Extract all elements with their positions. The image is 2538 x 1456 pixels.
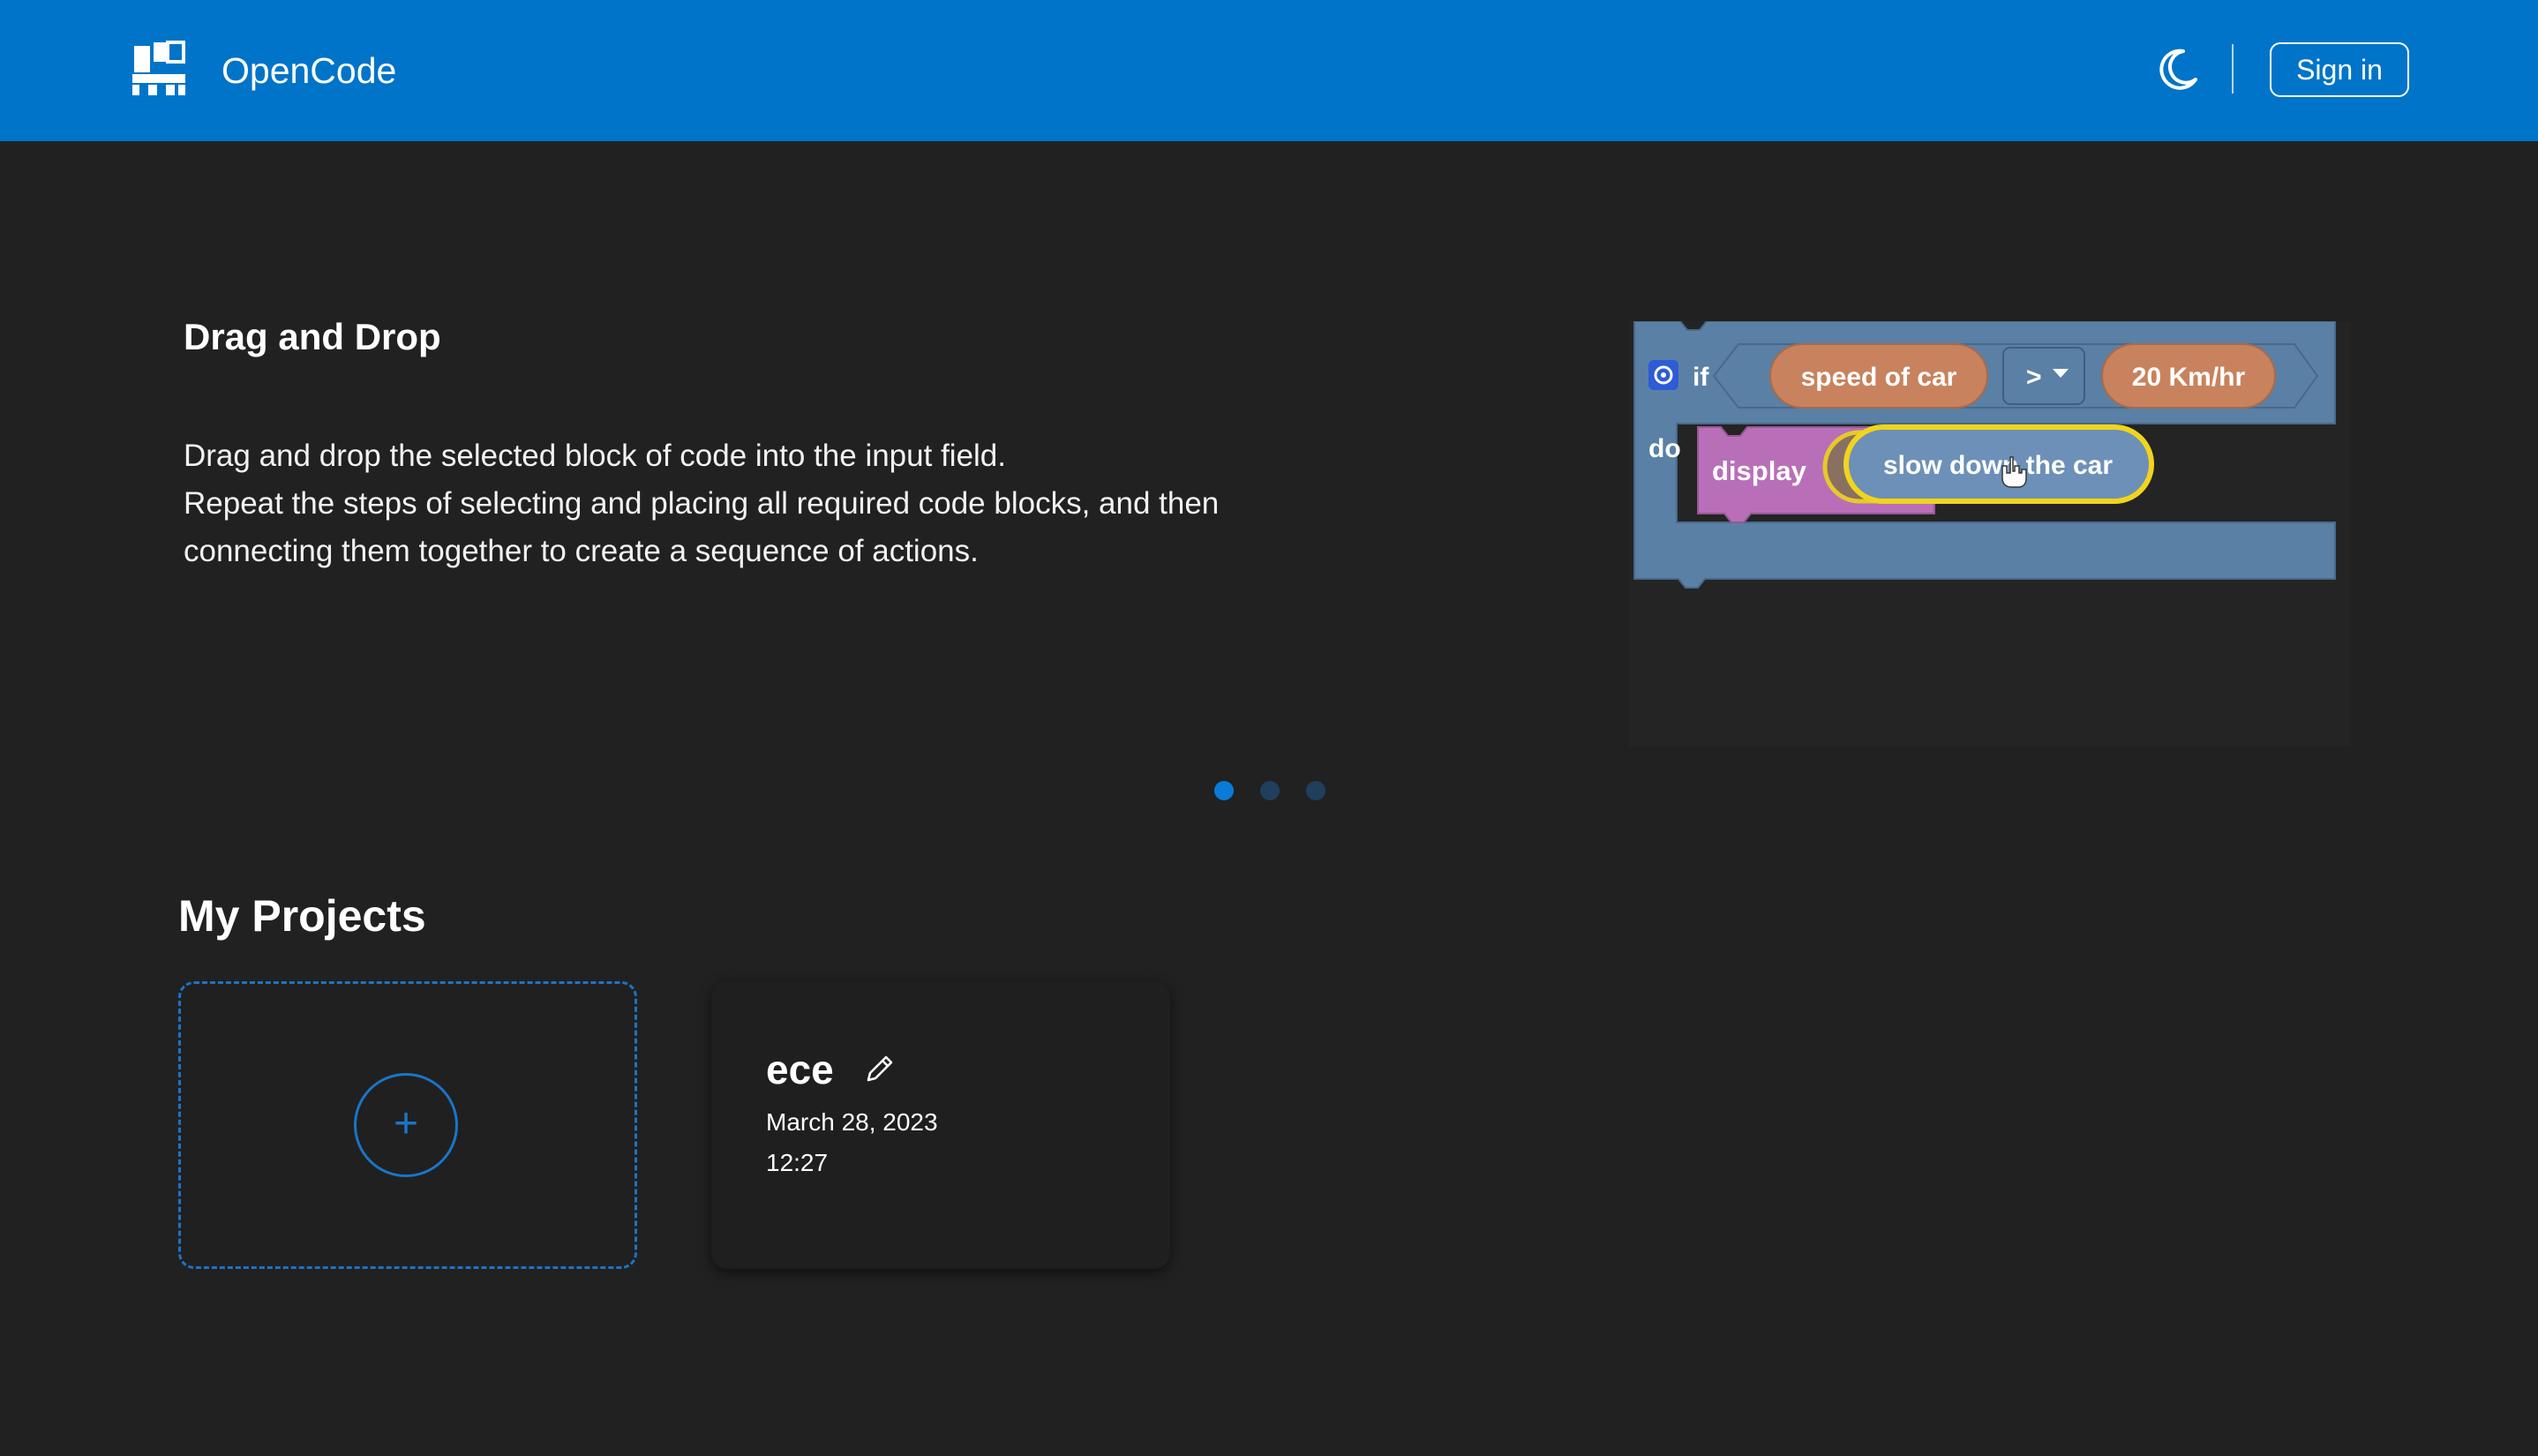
- pencil-icon[interactable]: [863, 1052, 897, 1085]
- slide-description: Drag and drop the selected block of code…: [184, 432, 1543, 575]
- project-card[interactable]: ece March 28, 2023 12:27: [711, 981, 1170, 1269]
- condition-right-label: 20 Km/hr: [2132, 363, 2246, 392]
- my-projects-heading: My Projects: [178, 891, 426, 941]
- condition-left-label: speed of car: [1801, 363, 1957, 392]
- app-title[interactable]: OpenCode: [222, 46, 396, 95]
- top-navbar: OpenCode Sign in: [0, 0, 2538, 141]
- carousel-dot-1[interactable]: [1214, 781, 1234, 800]
- display-label: display: [1712, 455, 1807, 486]
- carousel-dot-3[interactable]: [1306, 781, 1325, 800]
- if-label: if: [1693, 363, 1709, 392]
- slide-demo-image: if speed of car > 20 Km/hr do display sl…: [1629, 321, 2351, 747]
- header-divider: [2232, 44, 2234, 94]
- slide-description-line: Repeat the steps of selecting and placin…: [184, 486, 1220, 521]
- project-date: March 28, 2023: [766, 1108, 938, 1136]
- slide-description-line: Drag and drop the selected block of code…: [184, 439, 1006, 473]
- project-time: 12:27: [766, 1149, 829, 1176]
- slide-description-line: connecting them together to create a seq…: [184, 534, 979, 568]
- drag-value-label: slow down the car: [1883, 451, 2113, 480]
- sign-in-button[interactable]: Sign in: [2270, 42, 2409, 97]
- carousel-dot-2[interactable]: [1260, 781, 1280, 800]
- slide-title: Drag and Drop: [184, 316, 441, 357]
- plus-icon[interactable]: +: [354, 1073, 458, 1177]
- operator-label: >: [2026, 363, 2042, 392]
- new-project-button[interactable]: +: [178, 981, 637, 1269]
- moon-icon[interactable]: [2157, 46, 2201, 94]
- project-name[interactable]: ece: [766, 1043, 834, 1096]
- do-label: do: [1648, 434, 1681, 463]
- opencode-logo-icon[interactable]: [131, 41, 187, 97]
